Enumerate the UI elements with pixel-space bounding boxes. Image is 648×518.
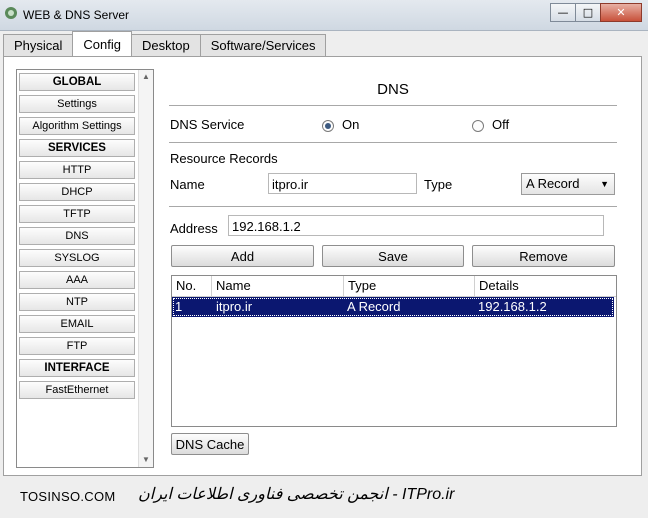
chevron-down-icon: ▼	[600, 179, 609, 189]
footer-right-text: ITPro.ir - انجمن تخصصی فناوری اطلاعات ای…	[138, 486, 455, 503]
type-label: Type	[424, 177, 453, 192]
sidebar-section-header[interactable]: SERVICES	[19, 139, 135, 157]
add-button[interactable]: Add	[171, 245, 314, 267]
divider	[169, 105, 617, 106]
dns-cache-button[interactable]: DNS Cache	[171, 433, 249, 455]
tab-software-services[interactable]: Software/Services	[199, 34, 327, 56]
sidebar-item-dns[interactable]: DNS	[19, 227, 135, 245]
footer-watermark: TOSINSO.COM ITPro.ir - انجمن تخصصی فناور…	[0, 478, 648, 518]
name-field[interactable]: itpro.ir	[268, 173, 417, 194]
column-header-no[interactable]: No.	[172, 276, 212, 296]
window-title: WEB & DNS Server	[23, 8, 130, 22]
table-header: No. Name Type Details	[172, 276, 616, 297]
type-select[interactable]: A Record ▼	[521, 173, 615, 195]
scroll-down-icon[interactable]: ▼	[139, 453, 153, 467]
config-panel: GLOBAL Settings Algorithm Settings SERVICES…	[3, 56, 642, 476]
sidebar-list: GLOBAL Settings Algorithm Settings SERVICES…	[19, 73, 135, 403]
table-row[interactable]: 1 itpro.ir A Record 192.168.1.2	[172, 297, 614, 317]
cell-details: 192.168.1.2	[478, 299, 547, 314]
dns-off-label: Off	[492, 117, 510, 132]
sidebar-item-tftp[interactable]: TFTP	[19, 205, 135, 223]
sidebar-item-email[interactable]: EMAIL	[19, 315, 135, 333]
dns-content: DNS DNS Service On Off Resource Records …	[169, 57, 617, 475]
sidebar-item-fastethernet[interactable]: FastEthernet	[19, 381, 135, 399]
remove-button[interactable]: Remove	[472, 245, 615, 267]
column-header-type[interactable]: Type	[344, 276, 475, 296]
sidebar-item-settings[interactable]: Settings	[19, 95, 135, 113]
config-sidebar: GLOBAL Settings Algorithm Settings SERVICES…	[16, 69, 154, 468]
records-table: No. Name Type Details 1 itpro.ir A Recor…	[171, 275, 617, 427]
scroll-up-icon[interactable]: ▲	[139, 70, 153, 84]
sidebar-section-header[interactable]: GLOBAL	[19, 73, 135, 91]
name-label: Name	[170, 177, 205, 192]
dns-off-radio[interactable]	[472, 120, 484, 132]
dns-on-label: On	[342, 117, 360, 132]
save-button[interactable]: Save	[322, 245, 464, 267]
sidebar-section-header[interactable]: INTERFACE	[19, 359, 135, 377]
cell-type: A Record	[347, 299, 401, 314]
resource-records-label: Resource Records	[170, 151, 278, 166]
column-header-name[interactable]: Name	[212, 276, 344, 296]
sidebar-item-dhcp[interactable]: DHCP	[19, 183, 135, 201]
footer-left-text: TOSINSO.COM	[20, 489, 116, 504]
sidebar-item-aaa[interactable]: AAA	[19, 271, 135, 289]
title-bar: WEB & DNS Server — □ ✕	[0, 0, 648, 31]
cell-no: 1	[175, 299, 183, 314]
tab-desktop[interactable]: Desktop	[131, 34, 201, 56]
sidebar-item-algorithm-settings[interactable]: Algorithm Settings	[19, 117, 135, 135]
sidebar-item-http[interactable]: HTTP	[19, 161, 135, 179]
close-button[interactable]: ✕	[600, 3, 642, 22]
maximize-button[interactable]: □	[575, 3, 601, 22]
sidebar-item-ftp[interactable]: FTP	[19, 337, 135, 355]
app-icon	[5, 7, 17, 19]
tab-config[interactable]: Config	[72, 31, 132, 56]
cell-name: itpro.ir	[216, 299, 253, 314]
window-controls: — □ ✕	[550, 3, 642, 22]
column-header-details[interactable]: Details	[475, 276, 616, 296]
type-select-value: A Record	[526, 176, 580, 191]
dns-heading: DNS	[377, 81, 409, 98]
sidebar-item-syslog[interactable]: SYSLOG	[19, 249, 135, 267]
minimize-button[interactable]: —	[550, 3, 576, 22]
sidebar-scrollbar[interactable]: ▲ ▼	[138, 70, 153, 467]
tab-bar: Physical Config Desktop Software/Service…	[3, 31, 327, 57]
address-field[interactable]: 192.168.1.2	[228, 215, 604, 236]
tab-physical[interactable]: Physical	[3, 34, 74, 56]
sidebar-item-ntp[interactable]: NTP	[19, 293, 135, 311]
divider	[169, 142, 617, 143]
dns-service-label: DNS Service	[170, 117, 245, 132]
dns-on-radio[interactable]	[322, 120, 334, 132]
divider	[169, 206, 617, 207]
address-label: Address	[170, 221, 218, 236]
